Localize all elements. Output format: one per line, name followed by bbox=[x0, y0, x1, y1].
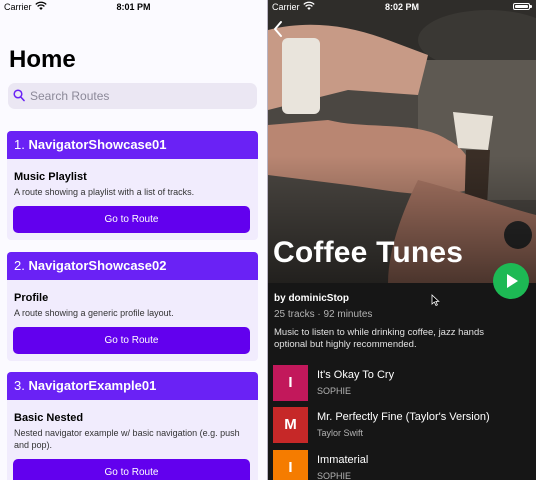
route-number: 2. bbox=[14, 258, 25, 273]
route-card: 2. NavigatorShowcase02 Profile A route s… bbox=[7, 252, 258, 361]
page-title: Home bbox=[9, 46, 76, 73]
search-bar[interactable] bbox=[8, 83, 257, 109]
playlist-meta: 25 tracks · 92 minutes bbox=[274, 309, 373, 320]
playlist-owner: by dominicStop bbox=[274, 293, 349, 304]
go-to-route-button[interactable]: Go to Route bbox=[13, 327, 250, 354]
route-card: 3. NavigatorExample01 Basic Nested Neste… bbox=[7, 372, 258, 480]
route-description: Nested navigator example w/ basic naviga… bbox=[14, 428, 240, 450]
route-card: 1. NavigatorShowcase01 Music Playlist A … bbox=[7, 131, 258, 240]
status-bar: Carrier 8:02 PM bbox=[268, 0, 536, 14]
track-row[interactable]: M Mr. Perfectly Fine (Taylor's Version) … bbox=[273, 407, 531, 443]
playlist-title: Coffee Tunes bbox=[273, 236, 464, 269]
track-title: It's Okay To Cry bbox=[317, 369, 395, 381]
track-artist: SOPHIE bbox=[317, 471, 352, 480]
play-icon bbox=[507, 274, 518, 288]
search-icon bbox=[13, 89, 25, 107]
track-row[interactable]: I Immaterial SOPHIE bbox=[273, 450, 531, 480]
route-number: 1. bbox=[14, 137, 25, 152]
track-title: Immaterial bbox=[317, 454, 369, 466]
search-input[interactable] bbox=[30, 83, 250, 109]
route-name: NavigatorShowcase02 bbox=[28, 258, 167, 273]
route-card-header: 3. NavigatorExample01 bbox=[7, 372, 258, 400]
route-card-header: 2. NavigatorShowcase02 bbox=[7, 252, 258, 280]
route-number: 3. bbox=[14, 378, 25, 393]
status-time: 8:01 PM bbox=[116, 2, 151, 12]
back-chevron-icon[interactable] bbox=[272, 20, 284, 43]
status-bar: Carrier 8:01 PM bbox=[0, 0, 267, 14]
route-title: Profile bbox=[14, 292, 49, 304]
track-artwork: M bbox=[273, 407, 308, 443]
playlist-description: Music to listen to while drinking coffee… bbox=[274, 327, 484, 350]
route-description: A route showing a playlist with a list o… bbox=[14, 187, 195, 197]
route-title: Basic Nested bbox=[14, 412, 84, 424]
go-to-route-button[interactable]: Go to Route bbox=[13, 206, 250, 233]
track-artist: SOPHIE bbox=[317, 386, 352, 396]
track-title: Mr. Perfectly Fine (Taylor's Version) bbox=[317, 411, 490, 423]
cover-image: Carrier 8:02 PM Coffee Tunes bbox=[268, 0, 536, 283]
track-artwork: I bbox=[273, 450, 308, 480]
battery-icon bbox=[513, 3, 532, 10]
home-screen: Carrier 8:01 PM Home 1. NavigatorShowcas… bbox=[0, 0, 267, 480]
mouse-cursor-icon bbox=[431, 293, 440, 311]
route-name: NavigatorShowcase01 bbox=[28, 137, 167, 152]
go-to-route-button[interactable]: Go to Route bbox=[13, 459, 250, 480]
route-title: Music Playlist bbox=[14, 171, 87, 183]
track-artwork: I bbox=[273, 365, 308, 401]
route-card-header: 1. NavigatorShowcase01 bbox=[7, 131, 258, 159]
play-button[interactable] bbox=[493, 263, 529, 299]
status-time: 8:02 PM bbox=[384, 2, 419, 12]
track-artist: Taylor Swift bbox=[317, 428, 364, 438]
playlist-screen: Carrier 8:02 PM Coffee Tunes by dominicS… bbox=[268, 0, 536, 480]
route-name: NavigatorExample01 bbox=[28, 378, 157, 393]
track-row[interactable]: I It's Okay To Cry SOPHIE bbox=[273, 365, 531, 401]
route-description: A route showing a generic profile layout… bbox=[14, 308, 174, 318]
